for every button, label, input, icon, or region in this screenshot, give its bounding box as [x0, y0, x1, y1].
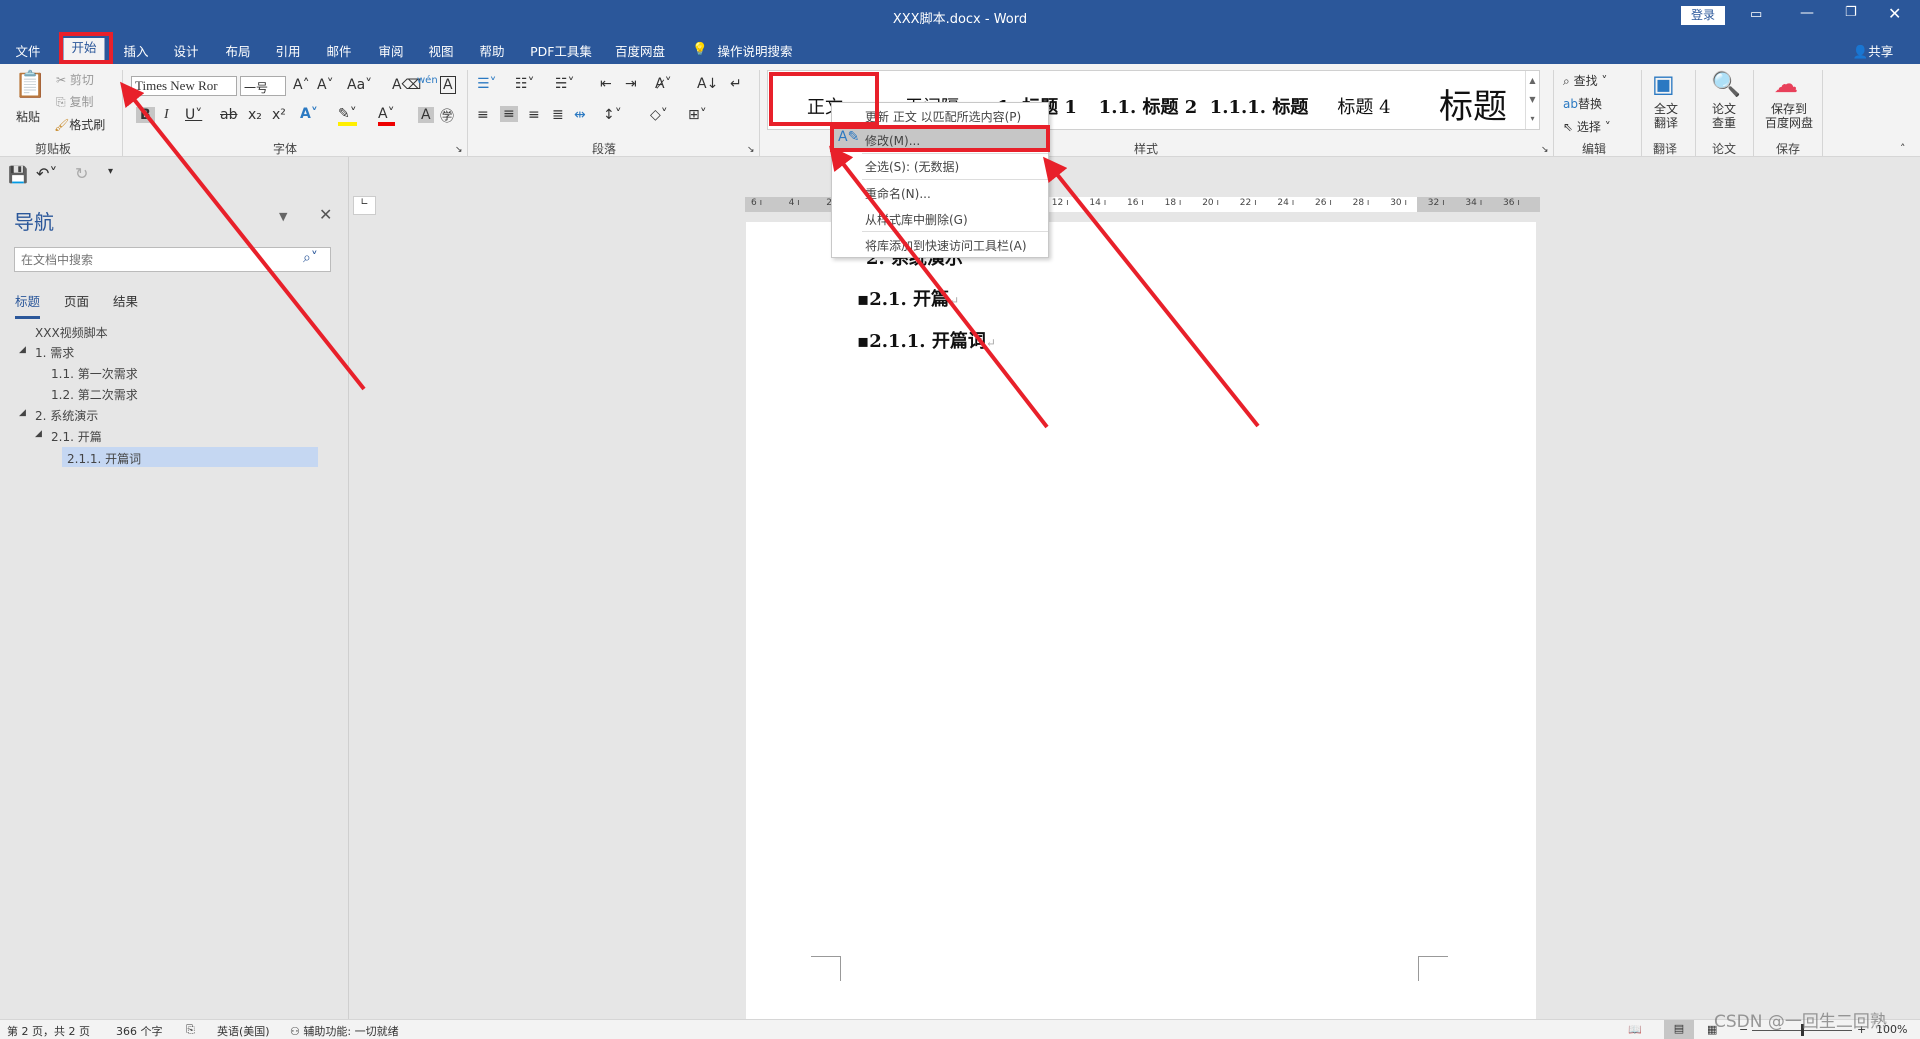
accessibility-label: 辅助功能: 一切就绪: [303, 1025, 399, 1038]
print-layout-icon[interactable]: ▤: [1664, 1020, 1694, 1039]
annotation-arrow: [120, 81, 366, 391]
page-count[interactable]: 第 2 页，共 2 页: [7, 1023, 90, 1039]
language[interactable]: 英语(美国): [217, 1023, 270, 1039]
watermark: CSDN @一回生二回熟: [1714, 1012, 1887, 1032]
annotation-arrows: [120, 81, 1260, 429]
annotation-arrow: [1043, 156, 1260, 428]
proofing-icon[interactable]: ⎘: [186, 1023, 195, 1037]
read-mode-icon[interactable]: 📖: [1628, 1023, 1642, 1036]
annotation-arrow: [829, 145, 1049, 429]
status-bar: 第 2 页，共 2 页 366 个字 ⎘ 英语(美国) ⚇ 辅助功能: 一切就绪…: [0, 1019, 1920, 1039]
accessibility-icon: ⚇: [290, 1025, 300, 1038]
word-count[interactable]: 366 个字: [116, 1023, 163, 1039]
accessibility-status[interactable]: ⚇ 辅助功能: 一切就绪: [290, 1023, 399, 1039]
